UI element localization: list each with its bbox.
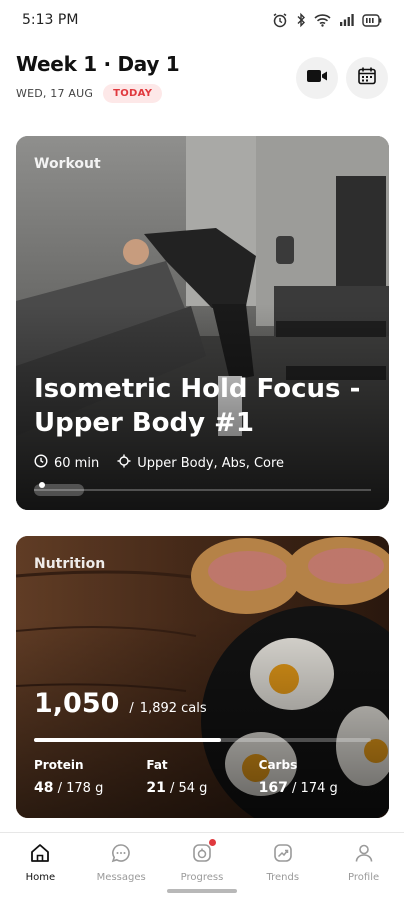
macro-value-row: 21 / 54 g: [146, 780, 208, 796]
status-bar: 5:13 PM: [0, 0, 404, 40]
progress-icon: [191, 842, 213, 868]
calories-total: 1,892 cals: [139, 701, 207, 716]
status-icons: [272, 12, 382, 28]
page-header: Week 1 · Day 1 WED, 17 AUG TODAY: [16, 52, 388, 112]
focus-item: Upper Body, Abs, Core: [117, 454, 284, 472]
bluetooth-icon: [296, 12, 306, 28]
macro-value-row: 167 / 174 g: [258, 780, 338, 796]
workout-card[interactable]: Workout Isometric Hold Focus - Upper Bod…: [16, 136, 389, 510]
macro-value: 167: [258, 780, 288, 796]
nav-label: Trends: [266, 872, 300, 883]
calories-progress-fill: [34, 738, 222, 742]
macro-total: 178 g: [66, 781, 104, 796]
carousel-track: [34, 482, 84, 496]
nav-label: Home: [25, 872, 56, 883]
calories-separator: /: [129, 701, 134, 716]
nav-trends[interactable]: Trends: [242, 833, 323, 900]
chat-icon: [110, 842, 132, 868]
battery-icon: [362, 13, 382, 27]
alarm-icon: [272, 12, 288, 28]
nutrition-card[interactable]: Nutrition 1,050 / 1,892 cals Protein 48 …: [16, 536, 389, 818]
calendar-button[interactable]: [346, 57, 388, 99]
workout-duration: 60 min: [54, 455, 100, 471]
date-label: WED, 17 AUG: [16, 87, 94, 100]
nutrition-label: Nutrition: [34, 556, 106, 572]
nav-messages[interactable]: Messages: [81, 833, 162, 900]
macro-carbs: Carbs 167 / 174 g: [259, 758, 371, 796]
status-time: 5:13 PM: [22, 12, 79, 28]
macro-name: Fat: [146, 758, 168, 772]
home-indicator: [167, 889, 237, 893]
macro-protein: Protein 48 / 178 g: [34, 758, 146, 796]
macro-value-row: 48 / 178 g: [34, 780, 104, 796]
macro-total: 174 g: [300, 781, 338, 796]
workout-focus: Upper Body, Abs, Core: [137, 455, 285, 471]
signal-icon: [339, 13, 354, 27]
carousel-indicator: [34, 482, 371, 496]
workout-meta: 60 min Upper Body, Abs, Core: [34, 454, 284, 472]
target-icon: [117, 454, 131, 472]
calories-consumed: 1,050: [34, 688, 120, 719]
calendar-icon: [357, 66, 377, 90]
nav-home[interactable]: Home: [0, 833, 81, 900]
macro-total: 54 g: [178, 781, 208, 796]
workout-title: Isometric Hold Focus - Upper Body #1: [34, 374, 361, 438]
macro-value: 21: [146, 780, 166, 796]
trends-icon: [272, 842, 294, 868]
profile-icon: [353, 842, 375, 868]
wifi-icon: [314, 13, 331, 27]
carousel-dot-active: [39, 482, 45, 488]
today-badge: TODAY: [103, 84, 163, 103]
video-camera-icon: [306, 68, 328, 88]
nav-profile[interactable]: Profile: [323, 833, 404, 900]
nav-label: Progress: [180, 872, 224, 883]
calories-row: 1,050 / 1,892 cals: [34, 688, 207, 719]
home-icon: [29, 842, 51, 868]
workout-label: Workout: [34, 156, 101, 172]
nav-label: Messages: [96, 872, 146, 883]
nav-label: Profile: [348, 872, 380, 883]
macro-name: Protein: [34, 758, 84, 772]
duration-item: 60 min: [34, 454, 99, 472]
video-button[interactable]: [296, 57, 338, 99]
clock-icon: [34, 454, 48, 472]
macro-name: Carbs: [258, 758, 298, 772]
calories-progress-bar: [34, 738, 371, 742]
macro-fat: Fat 21 / 54 g: [146, 758, 258, 796]
macros-row: Protein 48 / 178 g Fat 21 / 54 g Carbs 1…: [34, 758, 371, 796]
macro-value: 48: [34, 780, 54, 796]
notification-dot: [208, 839, 216, 846]
